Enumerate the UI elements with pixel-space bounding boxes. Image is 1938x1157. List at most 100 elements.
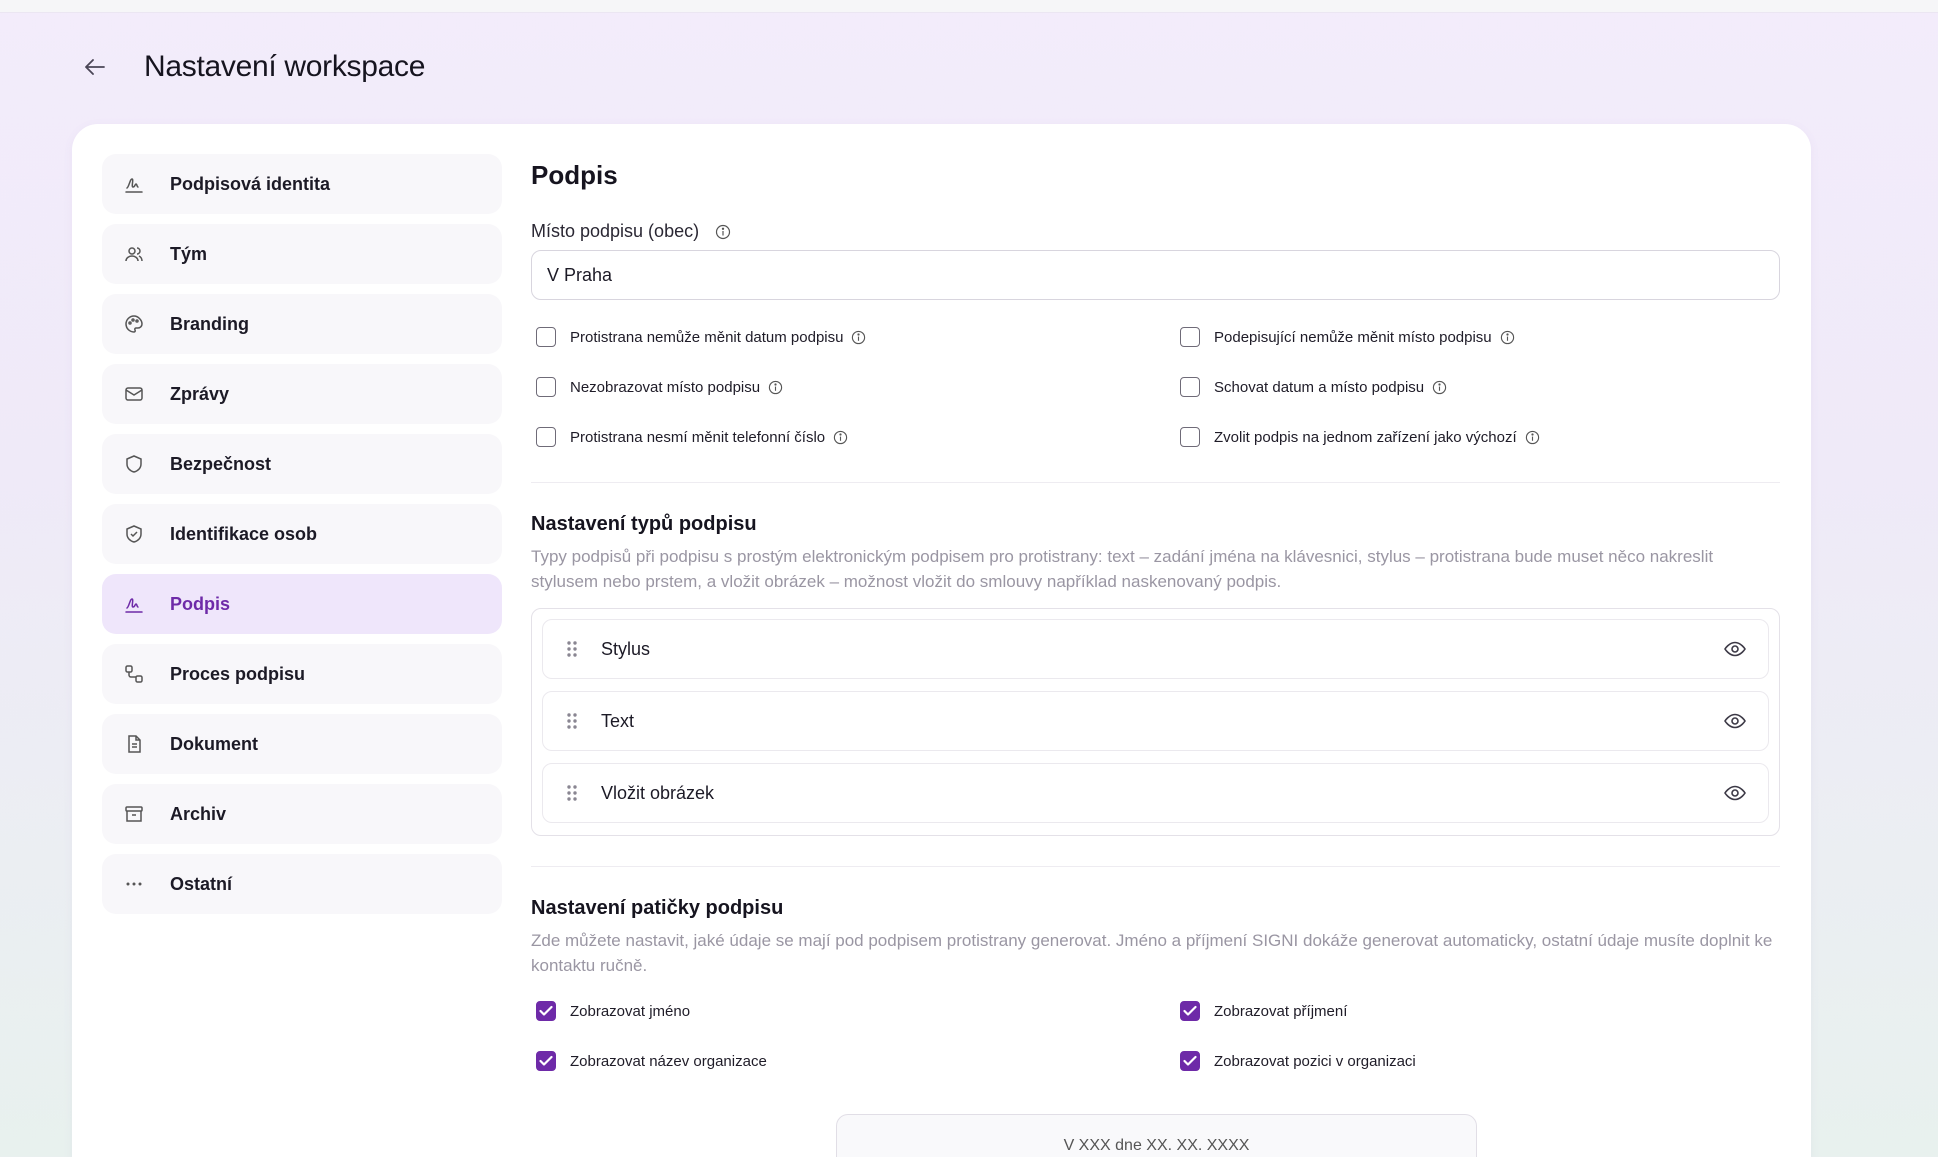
sidebar-item-label: Archiv <box>170 803 227 824</box>
signature-type-row[interactable]: Text <box>542 691 1769 751</box>
signature-type-label: Stylus <box>601 638 651 659</box>
page-title: Nastavení workspace <box>144 50 426 83</box>
sidebar-item-label: Podpisová identita <box>170 173 331 194</box>
preview-text: V XXX dne XX. XX. XXXX <box>1063 1137 1250 1154</box>
option-label: Zobrazovat název organizace <box>570 1052 767 1070</box>
eye-icon[interactable] <box>1722 780 1748 806</box>
settings-card: Podpisová identita Tým Branding Zprávy B… <box>72 124 1811 1157</box>
info-icon[interactable] <box>768 380 783 395</box>
sidebar-item-label: Identifikace osob <box>170 523 318 544</box>
sidebar-item-branding[interactable]: Branding <box>102 294 502 354</box>
info-icon[interactable] <box>715 224 731 240</box>
footer-description: Zde můžete nastavit, jaké údaje se mají … <box>531 931 1773 975</box>
info-icon[interactable] <box>1432 380 1447 395</box>
section-title: Podpis <box>531 160 618 190</box>
palette-icon <box>120 310 148 338</box>
eye-icon[interactable] <box>1722 636 1748 662</box>
option-row: Zvolit podpis na jednom zařízení jako vý… <box>1175 426 1775 448</box>
divider <box>531 482 1780 483</box>
signature-type-row[interactable]: Stylus <box>542 619 1769 679</box>
option-label: Zobrazovat jméno <box>570 1002 691 1020</box>
option-label: Protistrana nemůže měnit datum podpisu <box>570 328 844 346</box>
sidebar-item-label: Dokument <box>170 733 259 754</box>
info-icon[interactable] <box>851 330 866 345</box>
option-label: Podepisující nemůže měnit místo podpisu <box>1214 328 1492 346</box>
sidebar-item-label: Zprávy <box>170 383 230 404</box>
place-input[interactable] <box>531 250 1780 300</box>
checkbox[interactable] <box>536 427 556 447</box>
drag-handle-icon[interactable] <box>565 639 579 659</box>
sidebar-item-identifikace-osob[interactable]: Identifikace osob <box>102 504 502 564</box>
option-row: Zobrazovat pozici v organizaci <box>1175 1050 1775 1072</box>
option-label: Schovat datum a místo podpisu <box>1214 378 1425 396</box>
checkbox-checked[interactable] <box>536 1001 556 1021</box>
sidebar-item-label: Podpis <box>170 593 231 614</box>
checkbox-checked[interactable] <box>536 1051 556 1071</box>
footer-title: Nastavení patičky podpisu <box>531 897 784 919</box>
option-row: Protistrana nesmí měnit telefonní číslo <box>531 426 1175 448</box>
option-row: Nezobrazovat místo podpisu <box>531 376 1175 398</box>
sidebar-item-label: Proces podpisu <box>170 663 306 684</box>
main-panel: Podpis Místo podpisu (obec) Protistrana … <box>531 154 1780 1072</box>
option-row: Zobrazovat název organizace <box>531 1050 1175 1072</box>
footer-options: Zobrazovat jméno Zobrazovat příjmení Zob… <box>531 1000 1780 1072</box>
signature-type-label: Text <box>601 710 635 731</box>
types-title: Nastavení typů podpisu <box>531 513 757 535</box>
more-icon <box>120 870 148 898</box>
signature-types-list: Stylus Text Vložit obrázek <box>531 608 1780 836</box>
checkbox[interactable] <box>1180 377 1200 397</box>
sidebar-item-label: Ostatní <box>170 873 233 894</box>
sidebar-item-label: Tým <box>170 243 208 264</box>
sidebar-item-ostatni[interactable]: Ostatní <box>102 854 502 914</box>
sidebar-item-label: Branding <box>170 313 249 334</box>
signature-type-label: Vložit obrázek <box>601 782 715 803</box>
place-field-label: Místo podpisu (obec) <box>531 221 1780 242</box>
workflow-icon <box>120 660 148 688</box>
sidebar-item-proces-podpisu[interactable]: Proces podpisu <box>102 644 502 704</box>
signature-icon <box>120 590 148 618</box>
page-header: Nastavení workspace <box>80 50 425 84</box>
sidebar-item-label: Bezpečnost <box>170 453 272 474</box>
sidebar-item-archiv[interactable]: Archiv <box>102 784 502 844</box>
sidebar-item-bezpecnost[interactable]: Bezpečnost <box>102 434 502 494</box>
signature-icon <box>120 170 148 198</box>
document-icon <box>120 730 148 758</box>
info-icon[interactable] <box>1500 330 1515 345</box>
option-row: Schovat datum a místo podpisu <box>1175 376 1775 398</box>
checkbox[interactable] <box>536 377 556 397</box>
archive-icon <box>120 800 148 828</box>
settings-sidebar: Podpisová identita Tým Branding Zprávy B… <box>102 154 502 924</box>
shield-icon <box>120 450 148 478</box>
drag-handle-icon[interactable] <box>565 711 579 731</box>
types-description: Typy podpisů při podpisu s prostým elekt… <box>531 547 1714 591</box>
option-label: Zvolit podpis na jednom zařízení jako vý… <box>1214 428 1517 446</box>
sidebar-item-podpisova-identita[interactable]: Podpisová identita <box>102 154 502 214</box>
sidebar-item-podpis[interactable]: Podpis <box>102 574 502 634</box>
option-label: Zobrazovat pozici v organizaci <box>1214 1052 1416 1070</box>
drag-handle-icon[interactable] <box>565 783 579 803</box>
eye-icon[interactable] <box>1722 708 1748 734</box>
option-row: Zobrazovat příjmení <box>1175 1000 1775 1022</box>
sidebar-item-zpravy[interactable]: Zprávy <box>102 364 502 424</box>
sidebar-item-dokument[interactable]: Dokument <box>102 714 502 774</box>
info-icon[interactable] <box>1525 430 1540 445</box>
signature-type-row[interactable]: Vložit obrázek <box>542 763 1769 823</box>
shield-check-icon <box>120 520 148 548</box>
checkbox[interactable] <box>536 327 556 347</box>
back-arrow-icon[interactable] <box>80 52 110 82</box>
checkbox-checked[interactable] <box>1180 1001 1200 1021</box>
top-strip <box>0 0 1938 13</box>
divider <box>531 866 1780 867</box>
option-row: Podepisující nemůže měnit místo podpisu <box>1175 326 1775 348</box>
option-row: Zobrazovat jméno <box>531 1000 1175 1022</box>
checkbox-checked[interactable] <box>1180 1051 1200 1071</box>
users-icon <box>120 240 148 268</box>
signature-options: Protistrana nemůže měnit datum podpisu P… <box>531 326 1780 448</box>
option-row: Protistrana nemůže měnit datum podpisu <box>531 326 1175 348</box>
info-icon[interactable] <box>833 430 848 445</box>
option-label: Zobrazovat příjmení <box>1214 1002 1348 1020</box>
option-label: Nezobrazovat místo podpisu <box>570 378 761 396</box>
sidebar-item-tym[interactable]: Tým <box>102 224 502 284</box>
checkbox[interactable] <box>1180 427 1200 447</box>
checkbox[interactable] <box>1180 327 1200 347</box>
